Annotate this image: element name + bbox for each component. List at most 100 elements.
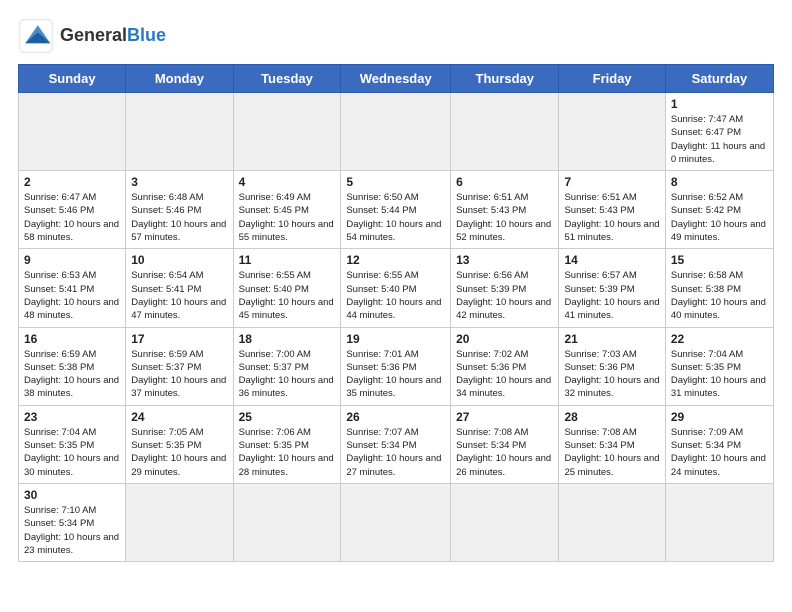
calendar-week-row: 23Sunrise: 7:04 AMSunset: 5:35 PMDayligh… [19, 405, 774, 483]
day-info: Sunrise: 6:47 AMSunset: 5:46 PMDaylight:… [24, 191, 120, 244]
day-info: Sunrise: 6:59 AMSunset: 5:37 PMDaylight:… [131, 348, 227, 401]
calendar-cell: 8Sunrise: 6:52 AMSunset: 5:42 PMDaylight… [665, 171, 773, 249]
calendar-cell: 2Sunrise: 6:47 AMSunset: 5:46 PMDaylight… [19, 171, 126, 249]
calendar-cell: 21Sunrise: 7:03 AMSunset: 5:36 PMDayligh… [559, 327, 665, 405]
calendar-cell: 6 Sunrise: 6:51 AMSunset: 5:43 PMDaylight… [451, 171, 559, 249]
page: GeneralBlue Sunday Monday Tuesday Wednes… [0, 0, 792, 572]
logo: GeneralBlue [18, 18, 166, 54]
day-number: 13 [456, 253, 553, 267]
calendar-cell: 5 Sunrise: 6:50 AMSunset: 5:44 PMDaylight… [341, 171, 451, 249]
day-number: 12 [346, 253, 445, 267]
day-info: Sunrise: 7:08 AMSunset: 5:34 PMDaylight:… [456, 426, 553, 479]
calendar-cell [233, 93, 341, 171]
day-info: Sunrise: 7:01 AMSunset: 5:36 PMDaylight:… [346, 348, 445, 401]
day-info: Sunrise: 6:49 AMSunset: 5:45 PMDaylight:… [239, 191, 336, 244]
header-monday: Monday [126, 65, 233, 93]
day-info: Sunrise: 7:06 AMSunset: 5:35 PMDaylight:… [239, 426, 336, 479]
day-info: Sunrise: 7:04 AMSunset: 5:35 PMDaylight:… [671, 348, 768, 401]
day-number: 15 [671, 253, 768, 267]
calendar-cell: 16Sunrise: 6:59 AMSunset: 5:38 PMDayligh… [19, 327, 126, 405]
generalblue-logo-icon [18, 18, 54, 54]
calendar-cell [451, 93, 559, 171]
calendar-cell: 29Sunrise: 7:09 AMSunset: 5:34 PMDayligh… [665, 405, 773, 483]
calendar-week-row: 2Sunrise: 6:47 AMSunset: 5:46 PMDaylight… [19, 171, 774, 249]
header-tuesday: Tuesday [233, 65, 341, 93]
calendar-cell: 12 Sunrise: 6:55 AMSunset: 5:40 PMDayligh… [341, 249, 451, 327]
calendar-cell: 1Sunrise: 7:47 AMSunset: 6:47 PMDaylight… [665, 93, 773, 171]
calendar-cell: 10Sunrise: 6:54 AMSunset: 5:41 PMDayligh… [126, 249, 233, 327]
calendar-cell: 26 Sunrise: 7:07 AMSunset: 5:34 PMDayligh… [341, 405, 451, 483]
day-info: Sunrise: 7:10 AMSunset: 5:34 PMDaylight:… [24, 504, 120, 557]
day-info: Sunrise: 6:50 AMSunset: 5:44 PMDaylight:… [346, 191, 445, 244]
day-info: Sunrise: 6:55 AMSunset: 5:40 PMDaylight:… [346, 269, 445, 322]
calendar-cell: 14 Sunrise: 6:57 AMSunset: 5:39 PMDayligh… [559, 249, 665, 327]
calendar-week-row: 1Sunrise: 7:47 AMSunset: 6:47 PMDaylight… [19, 93, 774, 171]
calendar-cell: 4 Sunrise: 6:49 AMSunset: 5:45 PMDaylight… [233, 171, 341, 249]
day-info: Sunrise: 7:05 AMSunset: 5:35 PMDaylight:… [131, 426, 227, 479]
day-number: 20 [456, 332, 553, 346]
day-number: 22 [671, 332, 768, 346]
calendar-cell: 7Sunrise: 6:51 AMSunset: 5:43 PMDaylight… [559, 171, 665, 249]
logo-text: GeneralBlue [60, 26, 166, 46]
calendar-cell: 30 Sunrise: 7:10 AMSunset: 5:34 PMDayligh… [19, 483, 126, 561]
day-number: 10 [131, 253, 227, 267]
day-info: Sunrise: 6:56 AMSunset: 5:39 PMDaylight:… [456, 269, 553, 322]
calendar-cell [19, 93, 126, 171]
calendar-cell: 15Sunrise: 6:58 AMSunset: 5:38 PMDayligh… [665, 249, 773, 327]
calendar-cell: 24 Sunrise: 7:05 AMSunset: 5:35 PMDayligh… [126, 405, 233, 483]
calendar-cell: 11 Sunrise: 6:55 AMSunset: 5:40 PMDayligh… [233, 249, 341, 327]
header-wednesday: Wednesday [341, 65, 451, 93]
day-info: Sunrise: 6:53 AMSunset: 5:41 PMDaylight:… [24, 269, 120, 322]
calendar-cell [559, 93, 665, 171]
weekday-header-row: Sunday Monday Tuesday Wednesday Thursday… [19, 65, 774, 93]
calendar-week-row: 30 Sunrise: 7:10 AMSunset: 5:34 PMDayligh… [19, 483, 774, 561]
day-number: 17 [131, 332, 227, 346]
day-number: 25 [239, 410, 336, 424]
header-friday: Friday [559, 65, 665, 93]
calendar-cell [341, 93, 451, 171]
header: GeneralBlue [18, 18, 774, 54]
day-number: 21 [564, 332, 659, 346]
day-number: 30 [24, 488, 120, 502]
day-number: 19 [346, 332, 445, 346]
day-number: 26 [346, 410, 445, 424]
calendar-cell: 19 Sunrise: 7:01 AMSunset: 5:36 PMDayligh… [341, 327, 451, 405]
day-info: Sunrise: 7:08 AMSunset: 5:34 PMDaylight:… [564, 426, 659, 479]
calendar-cell: 13 Sunrise: 6:56 AMSunset: 5:39 PMDayligh… [451, 249, 559, 327]
day-number: 1 [671, 97, 768, 111]
calendar-cell: 25 Sunrise: 7:06 AMSunset: 5:35 PMDayligh… [233, 405, 341, 483]
calendar-cell [451, 483, 559, 561]
day-number: 4 [239, 175, 336, 189]
day-info: Sunrise: 6:55 AMSunset: 5:40 PMDaylight:… [239, 269, 336, 322]
day-info: Sunrise: 7:09 AMSunset: 5:34 PMDaylight:… [671, 426, 768, 479]
day-info: Sunrise: 6:48 AMSunset: 5:46 PMDaylight:… [131, 191, 227, 244]
calendar-week-row: 16Sunrise: 6:59 AMSunset: 5:38 PMDayligh… [19, 327, 774, 405]
calendar-cell [341, 483, 451, 561]
calendar-cell: 3Sunrise: 6:48 AMSunset: 5:46 PMDaylight… [126, 171, 233, 249]
day-info: Sunrise: 7:07 AMSunset: 5:34 PMDaylight:… [346, 426, 445, 479]
day-info: Sunrise: 6:57 AMSunset: 5:39 PMDaylight:… [564, 269, 659, 322]
calendar-cell: 23Sunrise: 7:04 AMSunset: 5:35 PMDayligh… [19, 405, 126, 483]
day-info: Sunrise: 7:00 AMSunset: 5:37 PMDaylight:… [239, 348, 336, 401]
header-saturday: Saturday [665, 65, 773, 93]
day-number: 18 [239, 332, 336, 346]
day-info: Sunrise: 7:04 AMSunset: 5:35 PMDaylight:… [24, 426, 120, 479]
day-number: 11 [239, 253, 336, 267]
day-number: 5 [346, 175, 445, 189]
calendar-cell [665, 483, 773, 561]
calendar-cell: 28 Sunrise: 7:08 AMSunset: 5:34 PMDayligh… [559, 405, 665, 483]
day-number: 6 [456, 175, 553, 189]
header-sunday: Sunday [19, 65, 126, 93]
calendar-cell [233, 483, 341, 561]
day-number: 24 [131, 410, 227, 424]
day-number: 9 [24, 253, 120, 267]
day-info: Sunrise: 6:52 AMSunset: 5:42 PMDaylight:… [671, 191, 768, 244]
calendar-table: Sunday Monday Tuesday Wednesday Thursday… [18, 64, 774, 562]
day-info: Sunrise: 6:51 AMSunset: 5:43 PMDaylight:… [456, 191, 553, 244]
day-number: 14 [564, 253, 659, 267]
calendar-cell: 27 Sunrise: 7:08 AMSunset: 5:34 PMDayligh… [451, 405, 559, 483]
day-number: 28 [564, 410, 659, 424]
day-number: 27 [456, 410, 553, 424]
calendar-cell: 18 Sunrise: 7:00 AMSunset: 5:37 PMDayligh… [233, 327, 341, 405]
header-thursday: Thursday [451, 65, 559, 93]
